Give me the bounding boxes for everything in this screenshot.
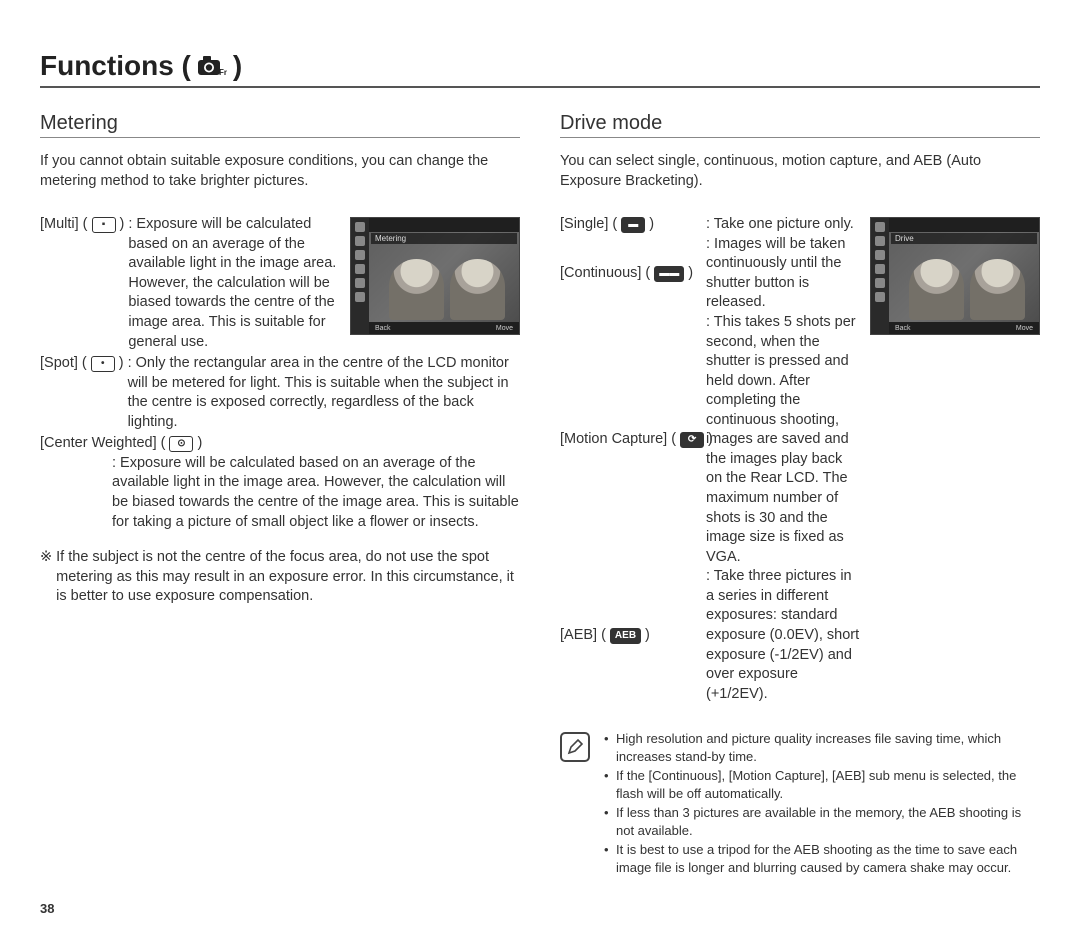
title-suffix: ) xyxy=(233,50,242,82)
camera-fn-icon: Fn xyxy=(197,55,227,77)
page-title: Functions ( Fn ) xyxy=(40,50,1040,88)
screenshot-move-label: Move xyxy=(496,325,513,332)
metering-heading: Metering xyxy=(40,112,520,138)
metering-center-text: : Exposure will be calculated based on a… xyxy=(112,454,520,532)
title-prefix: Functions ( xyxy=(40,50,191,82)
single-shot-icon: ▬ xyxy=(621,217,645,233)
continuous-shot-icon: ▬▬ xyxy=(654,266,684,282)
drive-screenshot: Drive Back Move xyxy=(870,217,1040,335)
tips-box: High resolution and picture quality incr… xyxy=(560,730,1040,878)
metering-multi-text: : Exposure will be calculated based on a… xyxy=(128,215,342,352)
center-metering-icon: ⊙ xyxy=(169,436,193,452)
screenshot-back-label: Back xyxy=(895,325,911,332)
drive-aeb-label: [AEB] xyxy=(560,626,597,646)
metering-note-text: If the subject is not the centre of the … xyxy=(56,548,520,607)
screenshot-back-label: Back xyxy=(375,325,391,332)
motion-capture-icon: ⟳ xyxy=(680,432,704,448)
metering-center-row: [Center Weighted] (⊙) : Exposure will be… xyxy=(40,434,520,532)
drive-heading: Drive mode xyxy=(560,112,1040,138)
screenshot-menu-label: Metering xyxy=(371,233,517,244)
right-column: Drive mode You can select single, contin… xyxy=(560,112,1040,879)
drive-continuous-label: [Continuous] xyxy=(560,264,641,284)
metering-spot-text: : Only the rectangular area in the centr… xyxy=(128,354,520,432)
metering-note: ※ If the subject is not the centre of th… xyxy=(40,548,520,607)
metering-multi-label: [Multi] xyxy=(40,215,79,235)
left-column: Metering If you cannot obtain suitable e… xyxy=(40,112,520,879)
drive-aeb-text: : Take three pictures in a series in dif… xyxy=(706,567,862,704)
multi-metering-icon: ▪ xyxy=(92,217,116,233)
drive-motion-label: [Motion Capture] xyxy=(560,430,667,450)
drive-continuous-text: : Images will be taken continuously unti… xyxy=(706,235,862,313)
screenshot-move-label: Move xyxy=(1016,325,1033,332)
tip-item: High resolution and picture quality incr… xyxy=(604,730,1040,765)
tips-list: High resolution and picture quality incr… xyxy=(604,730,1040,878)
manual-page: Functions ( Fn ) Metering If you cannot … xyxy=(0,0,1080,940)
metering-spot-row: [Spot] (•) : Only the rectangular area i… xyxy=(40,354,520,432)
aeb-icon: AEB xyxy=(610,628,641,644)
svg-text:Fn: Fn xyxy=(219,68,227,77)
drive-intro: You can select single, continuous, motio… xyxy=(560,152,1040,191)
tip-item: It is best to use a tripod for the AEB s… xyxy=(604,841,1040,876)
note-pencil-icon xyxy=(560,732,590,762)
metering-multi-row: [Multi] (▪) : Exposure will be calculate… xyxy=(40,215,342,352)
metering-screenshot: Metering Back Move xyxy=(350,217,520,335)
page-number: 38 xyxy=(40,901,1040,916)
content-columns: Metering If you cannot obtain suitable e… xyxy=(40,112,1040,879)
tip-item: If the [Continuous], [Motion Capture], [… xyxy=(604,767,1040,802)
metering-center-label: [Center Weighted] xyxy=(40,434,157,454)
metering-intro: If you cannot obtain suitable exposure c… xyxy=(40,152,520,191)
metering-spot-label: [Spot] xyxy=(40,354,78,374)
note-symbol: ※ xyxy=(40,548,52,607)
drive-motion-text: : This takes 5 shots per second, when th… xyxy=(706,313,862,567)
spot-metering-icon: • xyxy=(91,356,115,372)
screenshot-menu-label: Drive xyxy=(891,233,1037,244)
drive-single-text: : Take one picture only. xyxy=(706,215,862,235)
drive-single-label: [Single] xyxy=(560,215,608,235)
drive-definitions: [Single] (▬) : Take one picture only. [C… xyxy=(560,215,862,704)
tip-item: If less than 3 pictures are available in… xyxy=(604,804,1040,839)
